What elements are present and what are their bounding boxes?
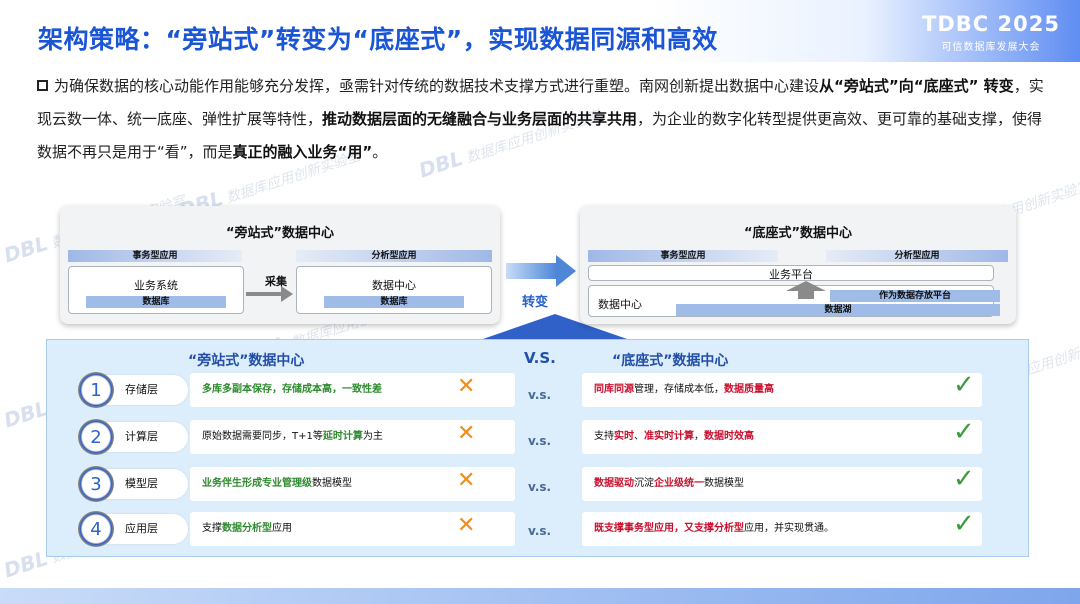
database-label: 数据库 [324,296,464,308]
database-label: 数据库 [86,296,226,308]
diagram-title: “旁站式”数据中心 [225,226,335,241]
analytic-app-label: 分析型应用 [296,250,492,262]
analytic-app-label: 分析型应用 [826,250,1008,262]
brand-subtitle: 可信数据库发展大会 [941,42,1041,53]
row-number-badge: 1 [78,372,114,408]
footer-band [0,588,1080,604]
check-icon: ✓ [953,464,975,494]
data-center-label: 数据中心 [372,279,416,292]
check-icon: ✓ [953,370,975,400]
storage-platform-label: 作为数据存放平台 [830,290,1000,302]
business-system-label: 业务系统 [134,279,178,292]
vs-header: V.S. [524,349,556,367]
arrow-up-stem [798,291,814,299]
row-number-badge: 2 [78,419,114,455]
sidecar-data-center-diagram: “旁站式”数据中心 事务型应用 分析型应用 业务系统 数据库 采集 数据中心 数… [60,206,500,324]
collect-arrow [246,292,282,296]
cross-icon: ✕ [457,374,476,399]
cross-icon: ✕ [457,513,476,538]
row-vs-label: v.s. [528,524,552,538]
foundation-cell: 同库同源管理，存储成本低，数据质量高 [582,373,982,407]
business-app-label: 事务型应用 [68,250,242,262]
check-icon: ✓ [953,417,975,447]
right-column-header: “底座式”数据中心 [612,353,729,369]
business-app-label: 事务型应用 [588,250,778,262]
data-center-label: 数据中心 [598,298,642,311]
foundation-data-center-diagram: “底座式”数据中心 事务型应用 分析型应用 业务平台 数据中心 作为数据存放平台… [580,206,1016,324]
square-bullet-icon [37,80,48,91]
slide-title: 架构策略：“旁站式”转变为“底座式”，实现数据同源和高效 [38,25,718,54]
diagram-title: “底座式”数据中心 [743,226,853,241]
transform-arrow [506,263,556,279]
check-icon: ✓ [953,509,975,539]
cross-icon: ✕ [457,421,476,446]
row-number-badge: 4 [78,511,114,547]
arrow-right-icon [281,286,293,302]
business-platform-label: 业务平台 [769,268,813,281]
cross-icon: ✕ [457,468,476,493]
foundation-cell: 既支撑事务型应用，又支撑分析型应用，并实现贯通。 [582,512,982,546]
left-column-header: “旁站式”数据中心 [188,353,305,369]
row-vs-label: v.s. [528,434,552,448]
intro-paragraph: 为确保数据的核心动能作用能够充分发挥，亟需针对传统的数据技术支撑方式进行重塑。南… [37,77,1044,161]
arrow-right-icon [556,255,576,287]
foundation-cell: 数据驱动沉淀企业级统一数据模型 [582,467,982,501]
data-lake-label: 数据湖 [676,304,1000,316]
brand-logo: TDBC 2025 可信数据库发展大会 [916,12,1066,53]
foundation-cell: 支持实时、准实时计算，数据时效高 [582,420,982,454]
brand-name: TDBC 2025 [922,12,1060,36]
row-vs-label: v.s. [528,388,552,402]
row-number-badge: 3 [78,466,114,502]
row-vs-label: v.s. [528,480,552,494]
arrow-up-icon [786,281,826,291]
transform-label: 转变 [522,295,549,310]
